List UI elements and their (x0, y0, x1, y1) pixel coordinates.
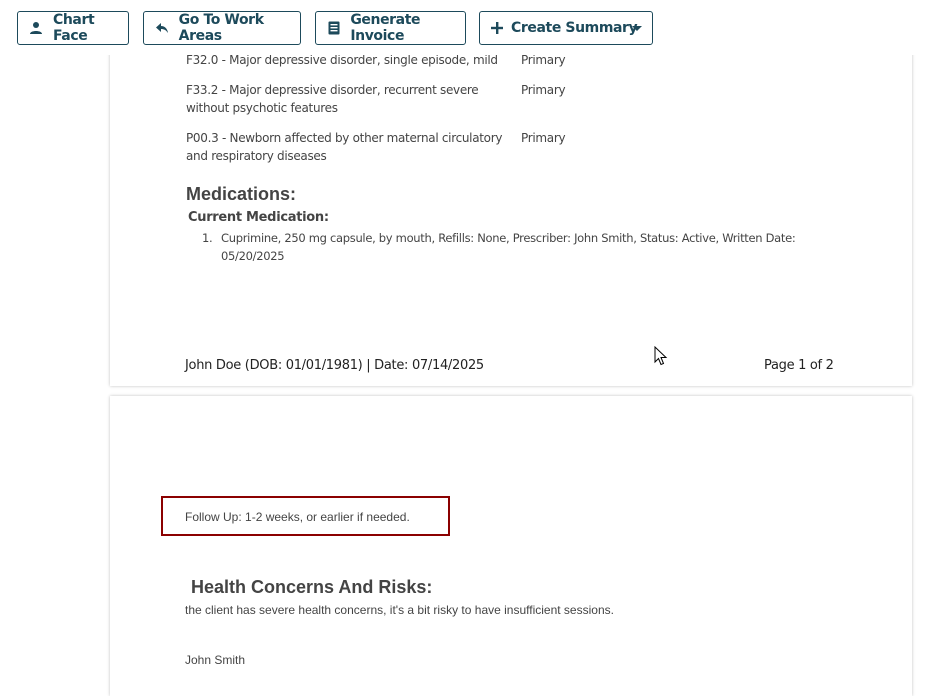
generate-invoice-label: Generate Invoice (350, 12, 421, 44)
diagnosis-code-line: and respiratory diseases (186, 149, 327, 163)
caret-down-icon[interactable] (632, 26, 642, 31)
medications-title: Medications: (186, 184, 297, 204)
chart-face-button[interactable]: Chart Face (17, 11, 129, 45)
create-summary-label: Create Summary (511, 20, 638, 36)
create-summary-button[interactable]: Create Summary (479, 11, 653, 45)
diagnosis-type: Primary (521, 83, 566, 97)
person-icon (29, 20, 44, 36)
diagnosis-code-line: F33.2 - Major depressive disorder, recur… (186, 83, 479, 97)
go-to-work-areas-label: Go To Work Areas (178, 12, 264, 44)
plus-icon (489, 20, 505, 36)
generate-invoice-button[interactable]: Generate Invoice (315, 11, 466, 45)
toolbar: Chart Face Go To Work Areas Generate Inv… (0, 0, 929, 55)
diagnosis-code-line: without psychotic features (186, 101, 338, 115)
page-number: Page 1 of 2 (764, 358, 834, 373)
medication-number: 1. (202, 231, 213, 245)
signature-name: John Smith (185, 653, 246, 667)
invoice-icon (327, 20, 341, 36)
current-medication-label: Current Medication: (188, 210, 329, 225)
medication-item: Cuprimine, 250 mg capsule, by mouth, Ref… (221, 229, 821, 265)
medication-line: Cuprimine, 250 mg capsule, by mouth, Ref… (221, 231, 796, 245)
health-concerns-text: the client has severe health concerns, i… (185, 603, 614, 617)
page-footer-patient: John Doe (DOB: 01/01/1981) | Date: 07/14… (185, 358, 484, 373)
reply-arrow-icon (155, 20, 170, 36)
follow-up-text: Follow Up: 1-2 weeks, or earlier if need… (185, 510, 410, 524)
diagnosis-code-line: P00.3 - Newborn affected by other matern… (186, 131, 503, 145)
diagnosis-type: Primary (521, 131, 566, 145)
diagnosis-code: F33.2 - Major depressive disorder, recur… (186, 81, 479, 117)
mouse-cursor-icon (654, 345, 668, 371)
diagnosis-code: P00.3 - Newborn affected by other matern… (186, 129, 502, 165)
document-page-1: F32.0 - Major depressive disorder, singl… (110, 30, 912, 386)
chart-face-label: Chart Face (52, 12, 95, 44)
document-page-2: Follow Up: 1-2 weeks, or earlier if need… (110, 396, 912, 696)
medication-line: 05/20/2025 (221, 249, 285, 263)
health-concerns-title: Health Concerns And Risks: (191, 577, 433, 597)
go-to-work-areas-button[interactable]: Go To Work Areas (143, 11, 301, 45)
